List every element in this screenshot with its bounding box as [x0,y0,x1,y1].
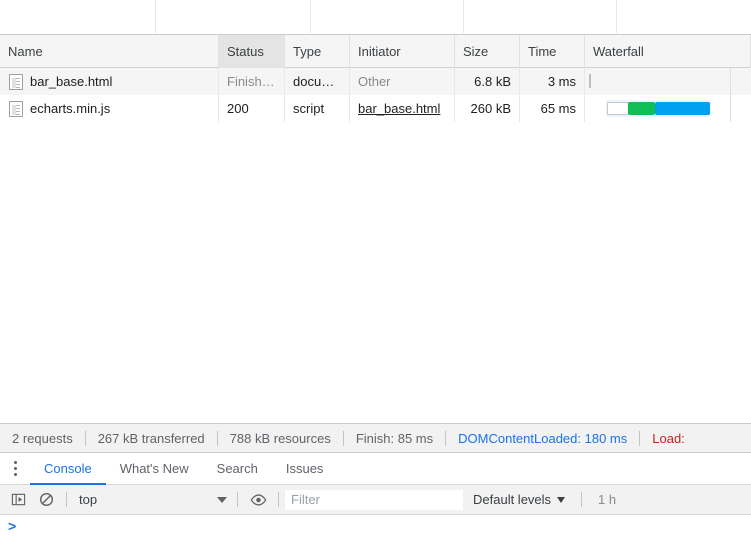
waterfall-divider [730,68,731,95]
column-header-type[interactable]: Type [285,34,350,68]
waterfall-divider [730,95,731,122]
column-divider [463,0,464,33]
document-icon [9,73,23,90]
column-header-name[interactable]: Name [0,34,219,68]
network-panel-clipped-top [0,0,751,35]
summary-finish: Finish: 85 ms [355,430,434,446]
devtools-window: Name Status Type Initiator Size Time Wat… [0,0,751,555]
waterfall-tick [589,74,591,88]
context-value: top [79,492,98,507]
divider [66,492,67,507]
column-header-size[interactable]: Size [455,34,520,68]
cell-waterfall [585,68,751,95]
chevron-down-icon [557,496,566,503]
tab-whats-new[interactable]: What's New [106,453,203,485]
document-icon [9,100,23,117]
cell-status: Finish… [219,68,285,95]
request-name: bar_base.html [30,74,113,89]
cell-size: 6.8 kB [455,68,520,95]
column-header-initiator[interactable]: Initiator [350,34,455,68]
divider [278,492,279,507]
network-requests-table: Name Status Type Initiator Size Time Wat… [0,34,751,423]
column-divider [310,0,311,33]
tab-search[interactable]: Search [203,453,272,485]
console-prompt-chevron-icon: > [8,518,17,534]
cell-initiator: Other [350,68,455,95]
cell-time: 65 ms [520,95,585,122]
console-filter-input[interactable] [285,489,463,510]
column-header-time[interactable]: Time [520,34,585,68]
cell-initiator[interactable]: bar_base.html [350,95,455,122]
summary-requests: 2 requests [12,430,73,446]
drawer-tabbar: Console What's New Search Issues [0,453,751,485]
initiator-link[interactable]: bar_base.html [358,101,440,116]
summary-transferred: 267 kB transferred [97,430,205,446]
cell-size: 260 kB [455,95,520,122]
network-summary-bar: 2 requests 267 kB transferred 788 kB res… [0,423,751,453]
clear-console-icon[interactable] [32,485,60,514]
tab-issues[interactable]: Issues [272,453,338,485]
column-divider [616,0,617,33]
console-drawer: Console What's New Search Issues top Fil… [0,453,751,555]
divider [581,492,583,507]
cell-time: 3 ms [520,68,585,95]
cell-waterfall[interactable] [585,95,751,122]
cell-status: 200 [219,95,285,122]
dot [13,461,17,464]
console-toolbar: top Default levels 1 h [0,485,751,515]
network-table-header: Name Status Type Initiator Size Time Wat… [0,34,751,68]
cell-name: bar_base.html [0,68,219,95]
column-header-waterfall[interactable]: Waterfall [585,34,751,68]
waterfall-download-bar [655,102,710,115]
summary-resources: 788 kB resources [229,430,331,446]
hidden-messages-count: 1 h [598,492,617,507]
tab-console[interactable]: Console [30,453,106,485]
summary-dom-content-loaded: DOMContentLoaded: 180 ms [458,430,628,446]
log-levels-select[interactable]: Default levels [463,492,575,507]
javascript-context-select[interactable]: top [73,489,231,511]
cell-type: docu… [285,68,350,95]
column-divider [155,0,156,33]
table-row[interactable]: bar_base.html Finish… docu… Other 6.8 kB… [0,68,751,95]
dot [13,473,17,476]
request-name: echarts.min.js [30,101,111,116]
console-output[interactable]: > [0,515,751,555]
summary-load: Load: [652,430,685,446]
waterfall-waiting-bar [628,102,655,115]
console-sidebar-toggle-icon[interactable] [4,485,32,514]
cell-name: echarts.min.js [0,95,219,122]
divider [237,492,238,507]
table-row[interactable]: echarts.min.js 200 script bar_base.html … [0,95,751,122]
cell-type: script [285,95,350,122]
drawer-more-options-icon[interactable] [0,453,30,485]
chevron-down-icon [217,496,227,503]
console-prompt-row[interactable]: > [0,515,751,537]
network-table-body: bar_base.html Finish… docu… Other 6.8 kB… [0,68,751,422]
column-header-status[interactable]: Status [219,34,285,68]
log-levels-label: Default levels [473,492,552,507]
dot [13,467,17,470]
live-expression-eye-icon[interactable] [244,485,272,514]
waterfall-queue-bar [607,102,629,115]
